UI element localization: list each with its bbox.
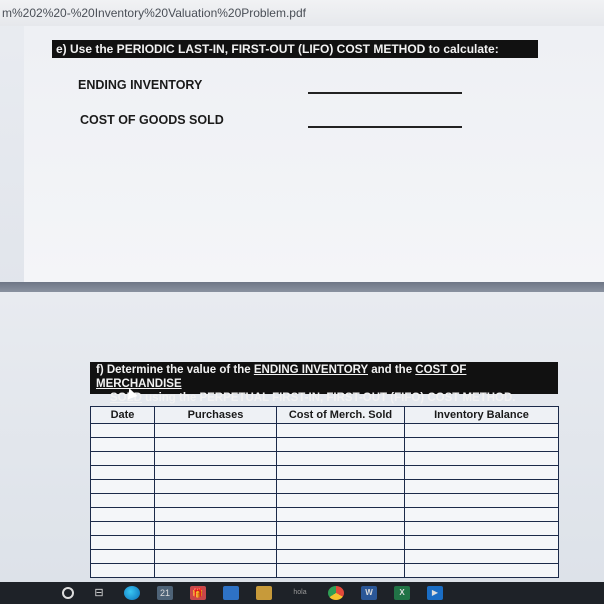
table-cell[interactable] [276,535,405,550]
table-cell[interactable] [404,563,559,578]
table-cell[interactable] [276,563,405,578]
table-cell[interactable] [90,521,155,536]
table-header-row: Date Purchases Cost of Merch. Sold Inven… [90,406,559,424]
table-cell[interactable] [154,521,277,536]
table-cell[interactable] [404,493,559,508]
screen: m%202%20-%20Inventory%20Valuation%20Prob… [0,0,604,604]
table-cell[interactable] [276,465,405,480]
table-cell[interactable] [154,465,277,480]
table-cell[interactable] [154,507,277,522]
table-body [90,423,559,578]
table-row [90,465,559,480]
table-cell[interactable] [90,465,155,480]
table-cell[interactable] [404,549,559,564]
pdf-url-bar[interactable]: m%202%20-%20Inventory%20Valuation%20Prob… [0,0,604,26]
table-cell[interactable] [90,451,155,466]
table-cell[interactable] [404,423,559,438]
media-player-icon[interactable]: ▶ [427,586,443,600]
section-f-line-2: SOLD using the PERPETUAL FIRST-IN, FIRST… [96,391,552,405]
table-cell[interactable] [404,437,559,452]
table-row [90,563,559,578]
section-f-text-mid: and the [368,364,416,376]
mail-icon[interactable] [223,586,239,600]
page-separator [0,282,604,292]
task-view-icon[interactable]: ⊟ [91,586,107,600]
header-purchases: Purchases [154,406,277,424]
pdf-page-section-f: f) Determine the value of the ENDING INV… [0,292,604,582]
table-cell[interactable] [276,507,405,522]
table-row [90,507,559,522]
chrome-icon[interactable] [328,586,344,600]
table-cell[interactable] [276,521,405,536]
header-cost-of-merch-sold: Cost of Merch. Sold [276,406,405,424]
table-row [90,423,559,438]
table-cell[interactable] [276,549,405,564]
table-row [90,479,559,494]
gift-icon[interactable]: 🎁 [190,586,206,600]
table-cell[interactable] [404,451,559,466]
table-row [90,535,559,550]
section-f-heading: f) Determine the value of the ENDING INV… [90,362,558,404]
search-circle-icon[interactable] [62,587,74,599]
cogs-answer-line [308,126,462,128]
table-cell[interactable] [276,479,405,494]
edge-browser-icon[interactable] [124,586,140,600]
table-cell[interactable] [404,479,559,494]
fifo-perpetual-table: Date Purchases Cost of Merch. Sold Inven… [90,406,559,578]
ending-inventory-answer-line [308,92,462,94]
ending-inventory-label: ENDING INVENTORY [78,78,203,92]
table-cell[interactable] [90,535,155,550]
word-icon[interactable]: W [361,586,377,600]
section-f-ending-inventory: ENDING INVENTORY [253,364,369,376]
table-cell[interactable] [276,437,405,452]
table-row [90,521,559,536]
url-text: m%202%20-%20Inventory%20Valuation%20Prob… [2,6,306,20]
table-cell[interactable] [90,423,155,438]
table-cell[interactable] [404,535,559,550]
table-cell[interactable] [90,507,155,522]
pdf-page-section-e: e) Use the PERIODIC LAST-IN, FIRST-OUT (… [24,26,604,282]
table-cell[interactable] [90,549,155,564]
table-row [90,493,559,508]
photos-icon[interactable] [256,586,272,600]
table-cell[interactable] [154,451,277,466]
section-f-text-rest: using the PERPETUAL FIRST-IN, FIRST-OUT … [141,392,516,404]
hola-app-label[interactable]: hola [289,586,311,600]
header-inventory-balance: Inventory Balance [404,406,559,424]
table-cell[interactable] [90,563,155,578]
table-cell[interactable] [404,465,559,480]
table-cell[interactable] [276,451,405,466]
cogs-label: COST OF GOODS SOLD [80,113,224,127]
table-cell[interactable] [404,507,559,522]
table-cell[interactable] [276,493,405,508]
table-cell[interactable] [90,479,155,494]
store-calendar-icon[interactable]: 21 [157,586,173,600]
header-date: Date [90,406,155,424]
section-f-line-1: f) Determine the value of the ENDING INV… [96,363,552,391]
table-cell[interactable] [154,535,277,550]
table-cell[interactable] [154,563,277,578]
table-cell[interactable] [154,437,277,452]
table-cell[interactable] [154,493,277,508]
table-cell[interactable] [404,521,559,536]
windows-taskbar: ⊟ 21 🎁 hola W X ▶ [0,582,604,604]
section-f-text: f) Determine the value of the [96,364,254,376]
table-cell[interactable] [154,479,277,494]
section-e-heading: e) Use the PERIODIC LAST-IN, FIRST-OUT (… [52,40,538,58]
table-cell[interactable] [154,549,277,564]
table-cell[interactable] [276,423,405,438]
table-cell[interactable] [90,437,155,452]
table-row [90,549,559,564]
table-cell[interactable] [154,423,277,438]
table-row [90,437,559,452]
table-cell[interactable] [90,493,155,508]
table-row [90,451,559,466]
excel-icon[interactable]: X [394,586,410,600]
